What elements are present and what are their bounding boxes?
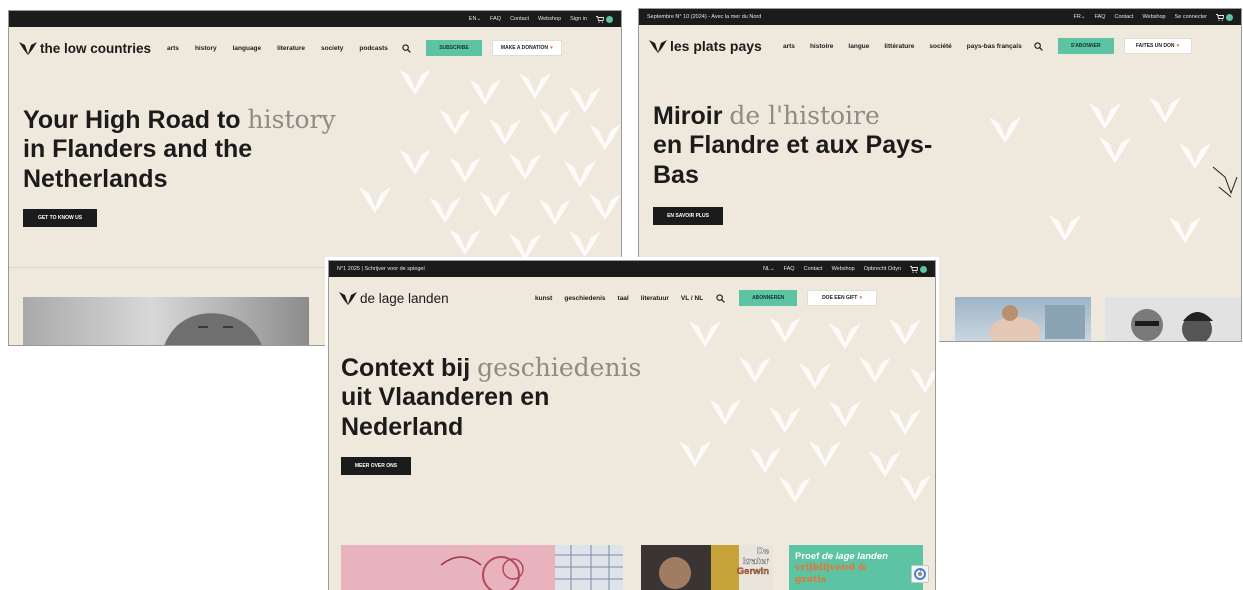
- chevron-down-icon: ⌄: [769, 266, 775, 272]
- promo-text: Proef de lage landen: [795, 551, 888, 562]
- account-link[interactable]: Sign in: [570, 16, 587, 22]
- site-logo[interactable]: les plats pays: [649, 38, 777, 54]
- webshop-link[interactable]: Webshop: [538, 16, 561, 22]
- meer-over-ons-button[interactable]: MEER OVER ONS: [341, 457, 411, 475]
- en-savoir-plus-button[interactable]: EN SAVOIR PLUS: [653, 207, 723, 225]
- hero-title: Your High Road to history in Flanders an…: [23, 105, 336, 193]
- contact-link[interactable]: Contact: [804, 266, 823, 272]
- donate-button[interactable]: DOE EEN GIFT ♥: [807, 290, 878, 306]
- book-cover[interactable]: De krater Gerwin: [641, 545, 773, 590]
- hero-title: Miroir de l'histoire en Flandre et aux P…: [653, 101, 933, 189]
- leaf-pattern: [989, 97, 1238, 243]
- menu-item-podcasts[interactable]: podcasts: [359, 45, 388, 52]
- article-image[interactable]: [341, 545, 623, 590]
- hero-title-accent: geschiedenis: [477, 353, 642, 382]
- cart-count-badge: [1226, 13, 1233, 21]
- main-nav: de lage landen kunst geschiedenis taal l…: [329, 277, 935, 319]
- faq-link[interactable]: FAQ: [490, 16, 501, 22]
- heart-icon: ♥: [859, 295, 863, 301]
- menu-item-histoire[interactable]: histoire: [810, 43, 833, 50]
- recaptcha-icon[interactable]: [911, 565, 929, 583]
- site-logo[interactable]: the low countries: [19, 41, 167, 56]
- logo-icon: [649, 40, 667, 53]
- article-image[interactable]: [1105, 297, 1241, 341]
- cart-count-badge: [920, 265, 927, 273]
- contact-link[interactable]: Contact: [510, 16, 529, 22]
- webshop-link[interactable]: Webshop: [1142, 14, 1165, 20]
- region-switch[interactable]: VL / NL: [681, 295, 703, 302]
- top-bar: Septembre N° 10 (2024) - Avec la mer du …: [639, 9, 1241, 25]
- cart-icon: [596, 15, 604, 23]
- search-icon[interactable]: [1032, 39, 1046, 53]
- cart-icon: [1216, 13, 1224, 21]
- logo-name: the low countries: [40, 40, 152, 56]
- donate-button[interactable]: MAKE A DONATION ♥: [491, 40, 562, 56]
- faq-link[interactable]: FAQ: [784, 266, 795, 272]
- menu-item-language[interactable]: language: [233, 45, 262, 52]
- account-link[interactable]: Opbrecht Odyn: [864, 266, 901, 272]
- promo-card[interactable]: Proef de lage landen vrijblijvend & grat…: [789, 545, 923, 590]
- menu-item-langue[interactable]: langue: [848, 43, 869, 50]
- logo-name: de lage landen: [360, 290, 449, 306]
- menu-item-literature[interactable]: literature: [277, 45, 305, 52]
- article-image[interactable]: [23, 297, 309, 345]
- donate-button[interactable]: FAITES UN DON ♥: [1123, 38, 1192, 54]
- menu-item-taal[interactable]: taal: [618, 295, 629, 302]
- top-bar: N°1 2025 | Schrijver voor de spiegel NL⌄…: [329, 261, 935, 277]
- account-link[interactable]: Se connecter: [1175, 14, 1207, 20]
- search-icon[interactable]: [713, 291, 727, 305]
- leaf-pattern: [359, 69, 621, 260]
- cart-count-badge: [606, 15, 613, 23]
- article-image[interactable]: [955, 297, 1091, 341]
- language-switch[interactable]: NL⌄: [763, 266, 775, 272]
- issue-label: N°1 2025 | Schrijver voor de spiegel: [337, 266, 425, 272]
- subscribe-button[interactable]: S'ABONNER: [1057, 38, 1114, 54]
- hero-title: Context bij geschiedenis uit Vlaanderen …: [341, 353, 642, 441]
- issue-label: Septembre N° 10 (2024) - Avec la mer du …: [647, 14, 762, 20]
- faq-link[interactable]: FAQ: [1094, 14, 1105, 20]
- main-nav: the low countries arts history language …: [9, 27, 621, 69]
- leaf-pattern: [679, 317, 935, 503]
- cart-button[interactable]: [910, 265, 927, 273]
- subscribe-button[interactable]: SUBSCRIBE: [425, 40, 482, 56]
- cart-button[interactable]: [1216, 13, 1233, 21]
- language-switch[interactable]: EN⌄: [469, 16, 481, 22]
- search-icon[interactable]: [400, 41, 414, 55]
- hero-title-accent: history: [247, 105, 336, 134]
- website-window-nl: N°1 2025 | Schrijver voor de spiegel NL⌄…: [328, 260, 936, 590]
- subscribe-button[interactable]: ABONNEREN: [739, 290, 798, 306]
- logo-icon: [19, 42, 37, 55]
- get-to-know-us-button[interactable]: GET TO KNOW US: [23, 209, 97, 227]
- cart-icon: [910, 265, 918, 273]
- menu-item-history[interactable]: history: [195, 45, 217, 52]
- decorative-outline: [1212, 166, 1238, 198]
- cart-button[interactable]: [596, 15, 613, 23]
- menu-item-society[interactable]: society: [321, 45, 343, 52]
- chevron-down-icon: ⌄: [476, 16, 482, 22]
- webshop-link[interactable]: Webshop: [832, 266, 855, 272]
- contact-link[interactable]: Contact: [1114, 14, 1133, 20]
- menu-item-pays-bas-francais[interactable]: pays-bas français: [967, 43, 1022, 50]
- menu-item-literatuur[interactable]: literatuur: [641, 295, 669, 302]
- book-title: De krater Gerwin: [736, 546, 770, 577]
- heart-icon: ♥: [549, 45, 553, 51]
- logo-icon: [339, 292, 357, 305]
- logo-name: les plats pays: [670, 38, 762, 54]
- top-bar: EN⌄ FAQ Contact Webshop Sign in: [9, 11, 621, 27]
- language-switch[interactable]: FR⌄: [1074, 14, 1086, 20]
- menu-item-kunst[interactable]: kunst: [535, 295, 552, 302]
- menu-item-geschiedenis[interactable]: geschiedenis: [564, 295, 605, 302]
- hero-title-accent: de l'histoire: [729, 101, 880, 130]
- site-logo[interactable]: de lage landen: [339, 291, 535, 306]
- chevron-down-icon: ⌄: [1080, 14, 1086, 20]
- menu-item-arts[interactable]: arts: [167, 45, 179, 52]
- menu-item-arts[interactable]: arts: [783, 43, 795, 50]
- main-nav: les plats pays arts histoire langue litt…: [639, 25, 1241, 67]
- menu-item-litterature[interactable]: littérature: [884, 43, 914, 50]
- menu-item-societe[interactable]: société: [929, 43, 951, 50]
- heart-icon: ♥: [1176, 43, 1180, 49]
